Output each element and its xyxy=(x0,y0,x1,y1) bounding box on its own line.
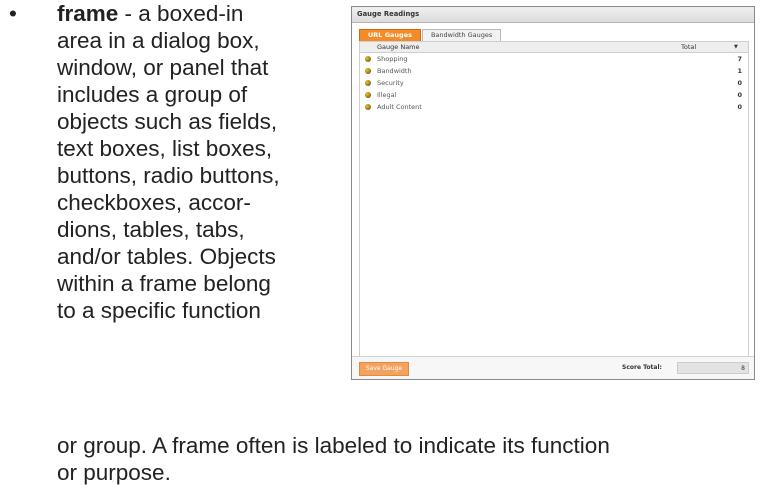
paragraph-line: text boxes, list boxes, xyxy=(57,136,273,161)
paragraph-line: includes a group of xyxy=(57,82,248,107)
paragraph-line: dions, tables, tabs, xyxy=(57,217,245,242)
paragraph-line: frame - a boxed-in xyxy=(57,0,357,27)
paragraph-line: area in a dialog box, xyxy=(57,28,260,53)
gauge-dot-icon xyxy=(365,68,371,74)
paragraph-text: - a boxed-in xyxy=(118,1,244,26)
table-row[interactable]: Adult Content 0 xyxy=(360,101,748,113)
paragraph-line: and/or tables. Objects xyxy=(57,244,276,269)
paragraph-line: objects such as fields, xyxy=(57,109,278,134)
paragraph-line: or purpose. xyxy=(57,460,171,485)
gauge-dot-icon xyxy=(365,104,371,110)
gauge-name: Security xyxy=(377,79,404,87)
gauge-total: 0 xyxy=(737,79,742,87)
gauge-readings-frame: Gauge Readings URL Gauges Bandwidth Gauge… xyxy=(351,6,755,380)
gauge-table: Gauge Name Total ▼ Shopping 7 Bandwidth … xyxy=(359,41,749,357)
score-total-field: 8 xyxy=(677,362,749,374)
paragraph-line: or group. A frame often is labeled to in… xyxy=(57,433,610,458)
table-row[interactable]: Security 0 xyxy=(360,77,748,89)
gauge-name: Illegal xyxy=(377,91,397,99)
gauge-total: 7 xyxy=(737,55,742,63)
tab-strip: URL Gauges Bandwidth Gauges xyxy=(359,29,502,42)
column-header-total[interactable]: Total xyxy=(681,42,696,52)
frame-footer: Save Gauge Score Total: 8 xyxy=(352,356,754,379)
gauge-dot-icon xyxy=(365,92,371,98)
gauge-name: Bandwidth xyxy=(377,67,412,75)
gauge-name: Shopping xyxy=(377,55,408,63)
gauge-total: 0 xyxy=(737,91,742,99)
paragraph-line: to a specific function xyxy=(57,298,261,323)
sort-arrow-icon[interactable]: ▼ xyxy=(734,42,738,52)
paragraph-column: frame - a boxed-in area in a dialog box,… xyxy=(57,0,357,324)
gauge-dot-icon xyxy=(365,80,371,86)
gauge-total: 0 xyxy=(737,103,742,111)
paragraph-continuation: or group. A frame often is labeled to in… xyxy=(57,432,772,486)
paragraph-line: buttons, radio buttons, xyxy=(57,163,280,188)
paragraph-line: window, or panel that xyxy=(57,55,269,80)
paragraph-line: within a frame belong xyxy=(57,271,271,296)
bullet-point: • xyxy=(9,1,17,26)
gauge-dot-icon xyxy=(365,56,371,62)
gauge-total: 1 xyxy=(737,67,742,75)
table-row[interactable]: Shopping 7 xyxy=(360,53,748,65)
table-row[interactable]: Bandwidth 1 xyxy=(360,65,748,77)
paragraph-line: checkboxes, accor- xyxy=(57,190,251,215)
table-header: Gauge Name Total ▼ xyxy=(360,42,748,53)
frame-title: Gauge Readings xyxy=(352,7,754,23)
table-row[interactable]: Illegal 0 xyxy=(360,89,748,101)
score-total-label: Score Total: xyxy=(622,364,662,371)
save-gauge-button[interactable]: Save Gauge xyxy=(359,362,409,376)
defined-term: frame xyxy=(57,1,119,26)
gauge-name: Adult Content xyxy=(377,103,422,111)
column-header-gauge-name[interactable]: Gauge Name xyxy=(377,42,420,52)
